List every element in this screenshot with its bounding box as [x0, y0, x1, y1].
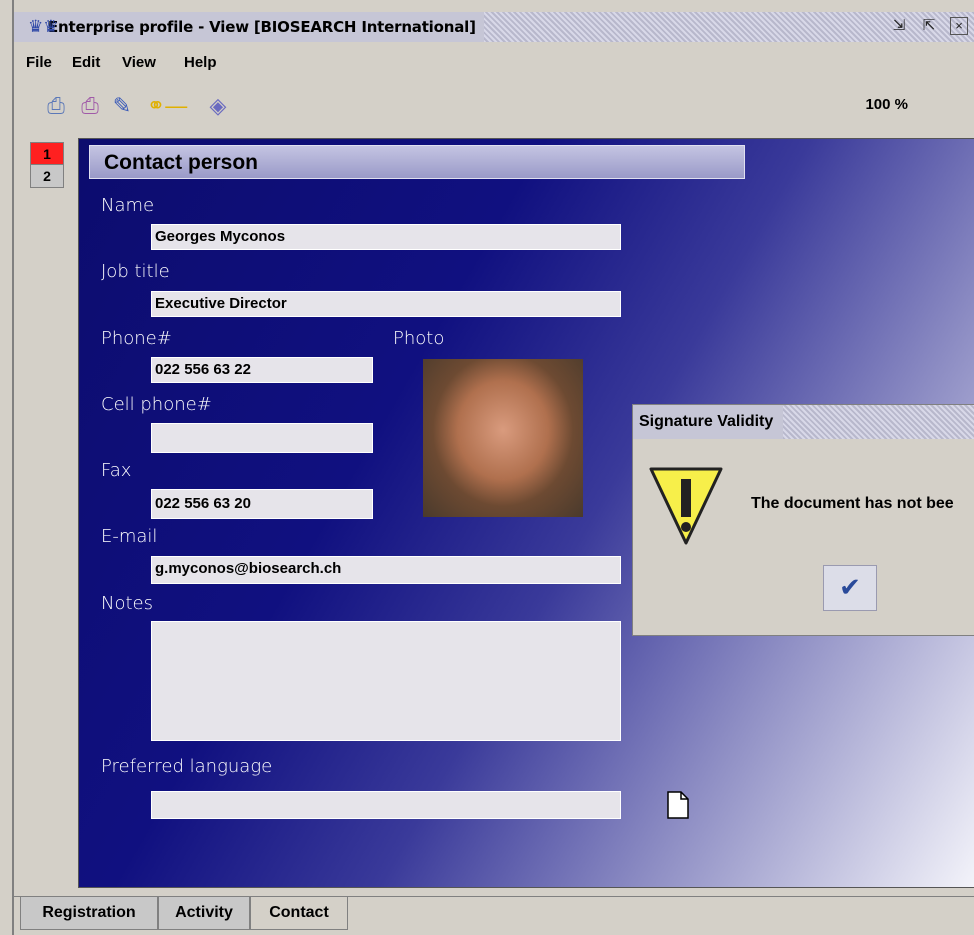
notes-field[interactable] [151, 621, 621, 741]
tab-registration[interactable]: Registration [20, 897, 158, 930]
maximize-icon[interactable]: ⇱ [920, 17, 938, 35]
toolbar: ⎙ ⎙ ✎ ⚭— ◈ 100 % [14, 86, 974, 126]
document-icon[interactable] [667, 791, 689, 819]
minimize-icon[interactable]: ⇲ [890, 17, 908, 35]
warning-icon [647, 463, 725, 547]
phone-label: Phone# [101, 328, 172, 349]
people-icon: ♛♛ [28, 17, 59, 36]
close-icon[interactable]: × [950, 17, 968, 35]
dialog-title: Signature Validity [633, 405, 784, 439]
tab-contact[interactable]: Contact [250, 897, 348, 930]
menu-view[interactable]: View [122, 54, 156, 71]
certificate-icon[interactable]: ◈ [204, 92, 232, 120]
name-field[interactable]: Georges Myconos [151, 224, 621, 250]
job-title-label: Job title [101, 261, 170, 282]
notes-label: Notes [101, 593, 153, 614]
ok-button[interactable]: ✔ [823, 565, 877, 611]
email-field[interactable]: g.myconos@biosearch.ch [151, 556, 621, 584]
phone-field[interactable]: 022 556 63 22 [151, 357, 373, 383]
title-bar[interactable]: Enterprise profile - View [BIOSEARCH Int… [14, 12, 974, 42]
bottom-tab-bar: Registration Activity Contact [12, 896, 974, 931]
fax-label: Fax [101, 460, 132, 481]
preferred-language-field[interactable] [151, 791, 621, 819]
email-label: E-mail [101, 526, 158, 547]
photo-label: Photo [393, 328, 445, 349]
menu-file[interactable]: File [26, 54, 52, 71]
print-preview-icon[interactable]: ⎙ [76, 92, 104, 120]
menu-help[interactable]: Help [184, 54, 217, 71]
print-icon[interactable]: ⎙ [42, 92, 70, 120]
job-title-field[interactable]: Executive Director [151, 291, 621, 317]
tab-activity[interactable]: Activity [158, 897, 250, 930]
menu-edit[interactable]: Edit [72, 54, 100, 71]
side-tab-1[interactable]: 1 [30, 142, 64, 166]
dialog-message: The document has not bee [751, 495, 954, 512]
contact-photo [423, 359, 583, 517]
sign-icon[interactable]: ✎ [108, 92, 136, 120]
preferred-language-label: Preferred language [101, 756, 273, 777]
key-icon[interactable]: ⚭— [144, 92, 190, 120]
side-tab-2[interactable]: 2 [30, 164, 64, 188]
cell-phone-field[interactable] [151, 423, 373, 453]
checkmark-icon: ✔ [839, 572, 861, 602]
zoom-level: 100 % [865, 96, 908, 113]
name-label: Name [101, 195, 155, 216]
signature-dialog: Signature Validity The document has not … [632, 404, 974, 636]
menu-bar: File Edit View Help [14, 50, 974, 76]
window-title: Enterprise profile - View [BIOSEARCH Int… [14, 12, 484, 42]
section-header: Contact person [89, 145, 745, 179]
cell-phone-label: Cell phone# [101, 394, 212, 415]
dialog-title-bar[interactable]: Signature Validity [633, 405, 974, 439]
fax-field[interactable]: 022 556 63 20 [151, 489, 373, 519]
